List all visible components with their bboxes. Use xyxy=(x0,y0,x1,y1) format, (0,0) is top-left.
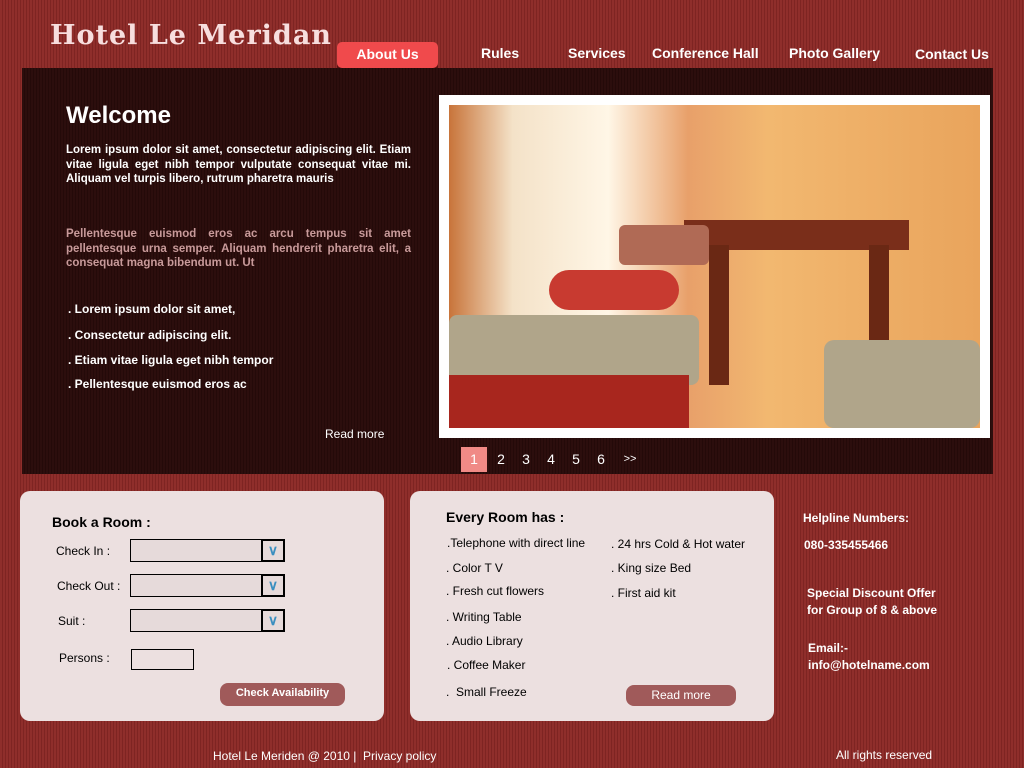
page-6[interactable]: 6 xyxy=(588,447,614,472)
chevron-down-icon[interactable]: ∨ xyxy=(261,574,285,597)
features-title: Every Room has : xyxy=(446,509,565,525)
nav-rules[interactable]: Rules xyxy=(481,45,519,61)
booking-title: Book a Room : xyxy=(52,514,151,530)
feature-item: . Small Freeze xyxy=(446,685,527,699)
check-in-select[interactable]: ∨ xyxy=(130,539,285,562)
chevron-down-icon[interactable]: ∨ xyxy=(261,539,285,562)
feature-item: . First aid kit xyxy=(611,586,676,600)
persons-label: Persons : xyxy=(59,651,110,665)
email-label: Email:- xyxy=(808,641,849,655)
check-out-select[interactable]: ∨ xyxy=(130,574,285,597)
footer-copyright: Hotel Le Meriden @ 2010 | xyxy=(213,749,357,763)
bullet-item: . Consectetur adipiscing elit. xyxy=(68,328,232,342)
email-link[interactable]: info@hotelname.com xyxy=(808,657,930,674)
offer-line-1: Special Discount Offer xyxy=(807,586,936,600)
features-read-more-button[interactable]: Read more xyxy=(626,685,736,706)
check-availability-button[interactable]: Check Availability xyxy=(220,683,345,706)
feature-item: .Telephone with direct line xyxy=(447,536,586,550)
check-in-label: Check In : xyxy=(56,544,111,558)
helpline-number: 080-335455466 xyxy=(804,538,889,552)
room-photo-frame xyxy=(439,95,990,438)
site-logo[interactable]: Hotel Le Meridan xyxy=(50,20,332,51)
nav-contact-us[interactable]: Contact Us xyxy=(915,46,989,62)
helpline-label: Helpline Numbers: xyxy=(803,511,910,525)
persons-input[interactable] xyxy=(131,649,194,670)
bullet-item: . Pellentesque euismod eros ac xyxy=(68,377,247,391)
chevron-down-icon[interactable]: ∨ xyxy=(261,609,285,632)
suit-label: Suit : xyxy=(58,614,86,628)
welcome-paragraph-secondary: Pellentesque euismod eros ac arcu tempus… xyxy=(66,228,411,269)
page-2[interactable]: 2 xyxy=(488,447,514,472)
offer-line-2: for Group of 8 & above xyxy=(807,603,938,617)
feature-item: . Coffee Maker xyxy=(447,658,526,672)
page-4[interactable]: 4 xyxy=(538,447,564,472)
room-photo xyxy=(449,105,980,428)
feature-item: . Audio Library xyxy=(446,634,523,648)
bullet-item: . Lorem ipsum dolor sit amet, xyxy=(68,302,236,316)
footer-rights: All rights reserved xyxy=(836,748,933,762)
nav-photo-gallery[interactable]: Photo Gallery xyxy=(789,45,880,61)
welcome-paragraph: Lorem ipsum dolor sit amet, consectetur … xyxy=(66,144,411,185)
feature-item: . Color T V xyxy=(446,561,503,575)
page-next[interactable]: >> xyxy=(617,447,643,472)
page-1[interactable]: 1 xyxy=(461,447,487,472)
feature-item: . King size Bed xyxy=(611,561,692,575)
bullet-item: . Etiam vitae ligula eget nibh tempor xyxy=(68,353,274,367)
welcome-read-more-link[interactable]: Read more xyxy=(325,427,384,441)
check-out-label: Check Out : xyxy=(57,579,121,593)
feature-item: . Writing Table xyxy=(446,610,522,624)
nav-about-us[interactable]: About Us xyxy=(337,42,438,68)
nav-conference-hall[interactable]: Conference Hall xyxy=(652,45,759,61)
feature-item: . 24 hrs Cold & Hot water xyxy=(611,537,746,551)
feature-item: . Fresh cut flowers xyxy=(446,584,545,598)
page-5[interactable]: 5 xyxy=(563,447,589,472)
page-3[interactable]: 3 xyxy=(513,447,539,472)
suit-select[interactable]: ∨ xyxy=(130,609,285,632)
nav-services[interactable]: Services xyxy=(568,45,626,61)
privacy-policy-link[interactable]: Privacy policy xyxy=(363,749,436,763)
welcome-title: Welcome xyxy=(66,102,171,129)
